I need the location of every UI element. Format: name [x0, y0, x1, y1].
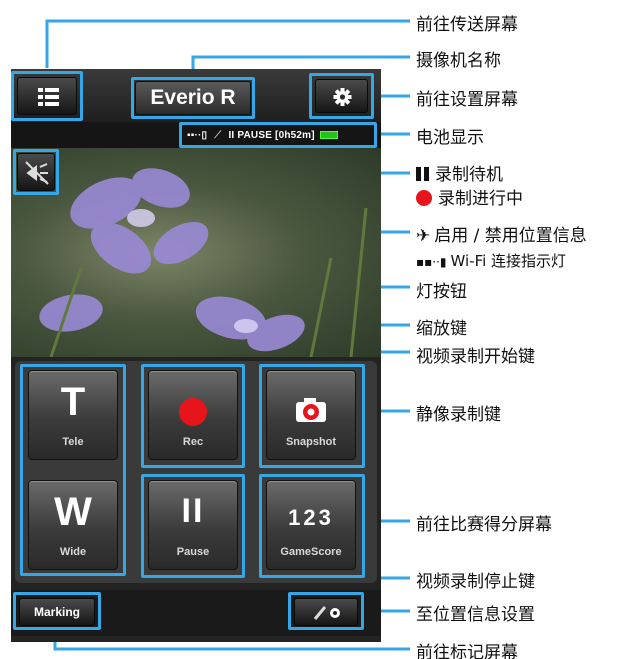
callout-location-toggle: ✈ 启用 / 禁用位置信息 — [416, 226, 587, 246]
highlight-settings — [309, 73, 374, 119]
callout-transfer: 前往传送屏幕 — [416, 15, 518, 35]
callout-still-key: 静像录制键 — [416, 405, 501, 425]
highlight-zoom — [20, 364, 126, 576]
preview-image — [39, 168, 368, 357]
highlight-location-settings — [288, 592, 364, 630]
callout-marking: 前往标记屏幕 — [416, 643, 518, 659]
highlight-rec — [141, 364, 245, 468]
callout-rec-in-progress: 录制进行中 — [416, 184, 523, 209]
highlight-gamescore — [259, 474, 365, 578]
highlight-marking — [13, 592, 101, 630]
callout-settings: 前往设置屏幕 — [416, 90, 518, 110]
highlight-light — [13, 149, 59, 195]
callout-video-stop: 视频录制停止键 — [416, 572, 535, 592]
camera-preview — [11, 148, 381, 357]
callout-wifi-lamp: ▪▪··▮ Wi-Fi 连接指示灯 — [416, 252, 567, 270]
line-transfer — [45, 19, 410, 68]
highlight-camera-name — [131, 77, 255, 119]
callout-camera-name: 摄像机名称 — [416, 51, 501, 71]
wifi-lamp-icon: ▪▪··▮ — [416, 255, 447, 269]
satellite-icon: ✈ — [416, 226, 431, 246]
callout-video-start: 视频录制开始键 — [416, 347, 535, 367]
highlight-status — [179, 122, 377, 148]
highlight-transfer — [11, 71, 83, 121]
callout-battery: 电池显示 — [416, 128, 484, 148]
record-dot-icon — [416, 190, 432, 206]
highlight-snapshot — [259, 364, 365, 468]
callout-gamescore: 前往比赛得分屏幕 — [416, 515, 552, 535]
callout-zoom-key: 缩放键 — [416, 319, 467, 339]
callout-light-button: 灯按钮 — [416, 282, 467, 302]
highlight-pause — [141, 474, 245, 578]
callout-location-settings: 至位置信息设置 — [416, 605, 535, 625]
pause-indicator-icon — [416, 167, 421, 181]
callout-rec-standby: 录制待机 — [416, 160, 503, 185]
